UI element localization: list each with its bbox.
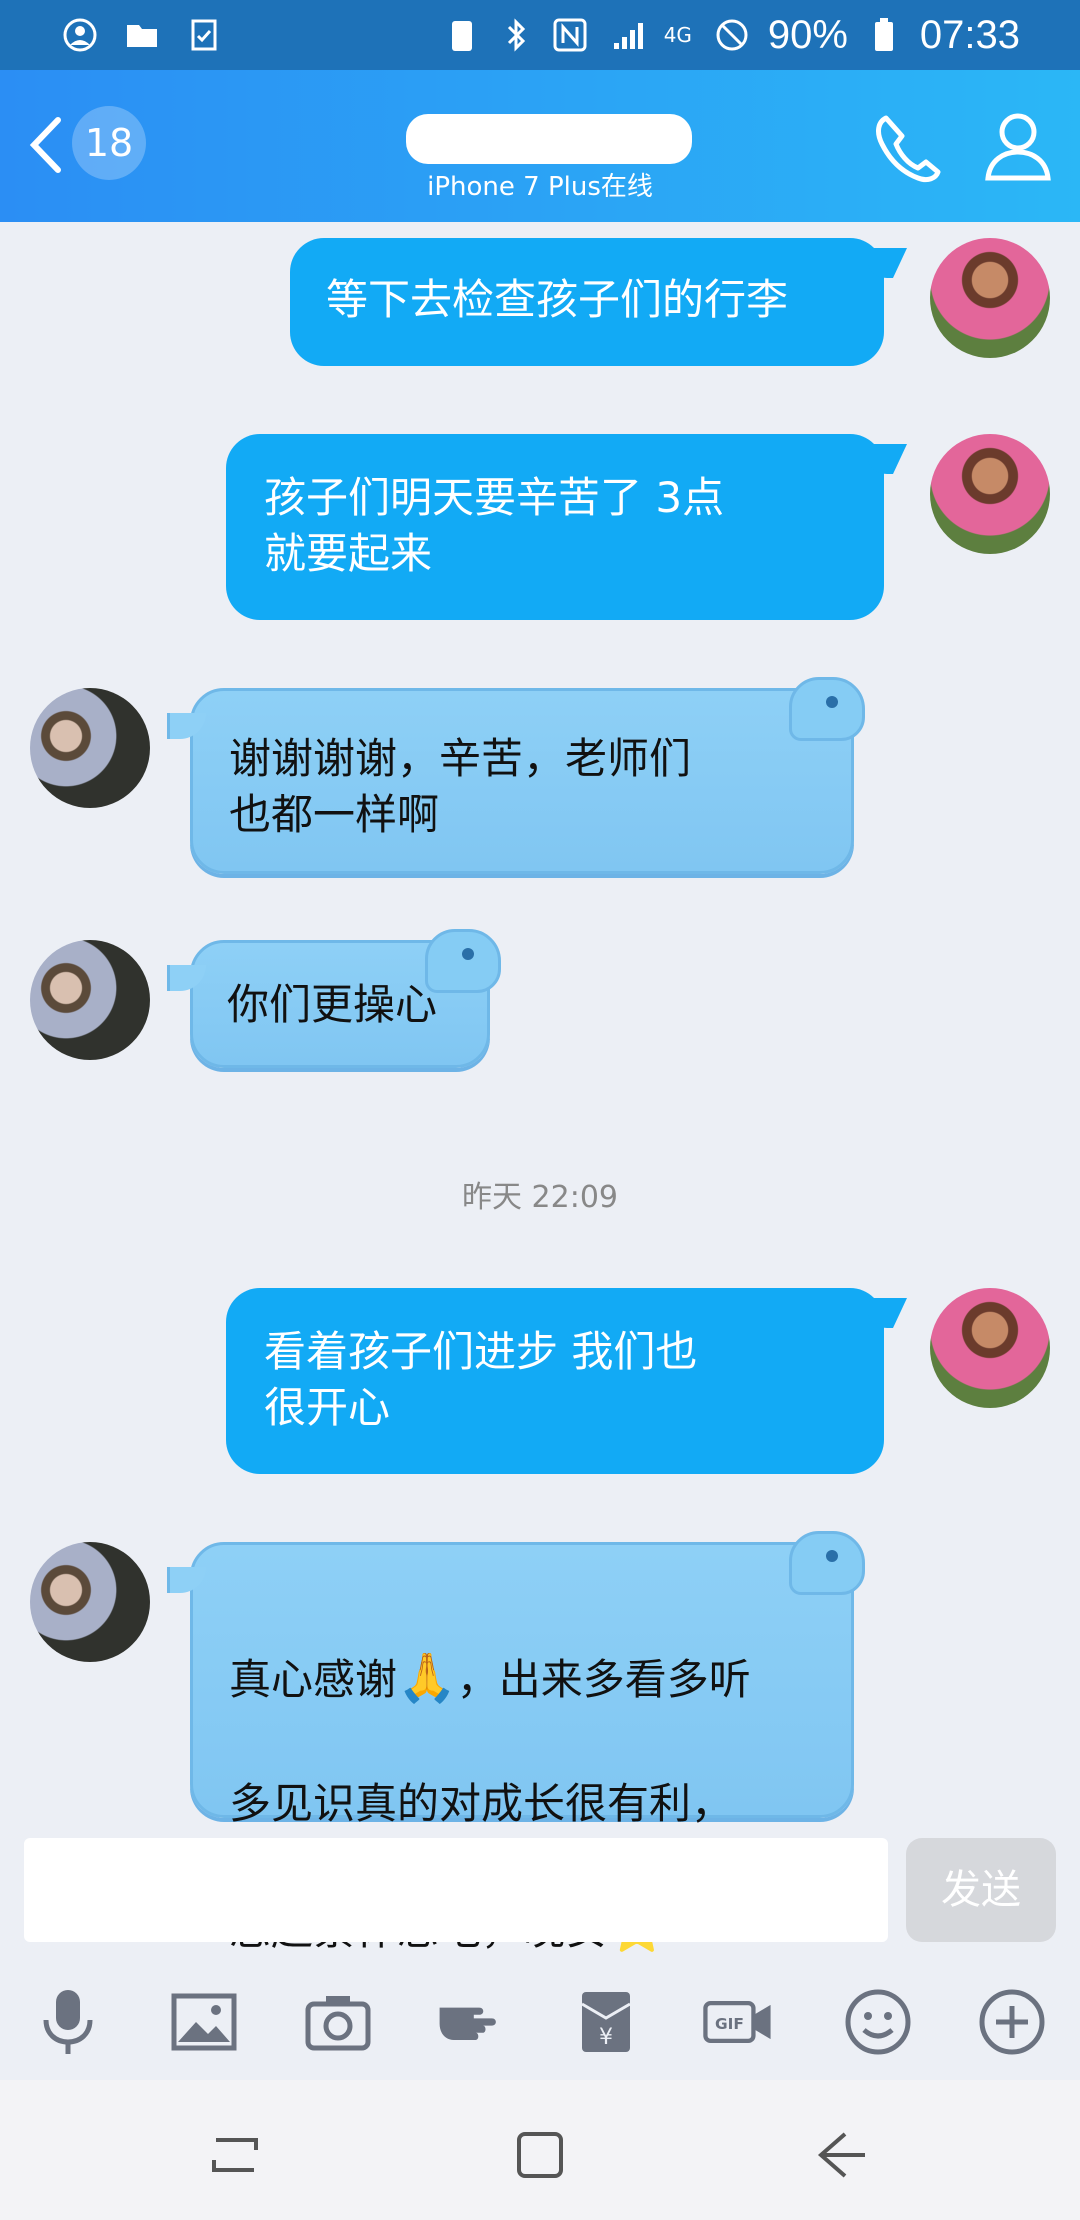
pray-emoji: 🙏: [397, 1650, 457, 1706]
text-segment: ，出来多看多听: [456, 1655, 751, 1704]
contact-avatar[interactable]: [30, 940, 150, 1060]
message-text: 看着孩子们进步 我们也 很开心: [264, 1327, 698, 1432]
message-text: 谢谢谢谢，辛苦，老师们 也都一样啊: [229, 734, 692, 839]
clock: 07:33: [919, 12, 1020, 57]
bubble-ear: [789, 677, 865, 741]
my-avatar[interactable]: [930, 1288, 1050, 1408]
bubble-tail: [167, 713, 206, 739]
battery-saver-icon: [444, 17, 480, 53]
clipboard-icon: [186, 17, 222, 53]
mic-icon[interactable]: [32, 1986, 104, 2058]
message-bubble[interactable]: 真心感谢🙏，出来多看多听 多见识真的对成长很有利， 您赶紧休息吧，晚安⭐: [167, 1531, 865, 1956]
profile-button[interactable]: [978, 106, 1058, 186]
folder-icon: [124, 17, 160, 53]
svg-text:GIF: GIF: [715, 2015, 744, 2033]
home-icon: [517, 2132, 563, 2178]
my-avatar[interactable]: [930, 434, 1050, 554]
person-icon: [985, 113, 1051, 181]
bubble-tail: [167, 1567, 206, 1593]
call-button[interactable]: [868, 108, 948, 188]
do-not-disturb-icon: [714, 17, 750, 53]
send-button[interactable]: 发送: [906, 1838, 1056, 1942]
battery-icon: [866, 17, 902, 53]
arrow-left-icon: [817, 2132, 865, 2178]
recent-apps-icon: [212, 2138, 258, 2172]
message-text: 孩子们明天要辛苦了 3点 就要起来: [264, 473, 725, 578]
svg-text:¥: ¥: [599, 2025, 613, 2050]
my-avatar[interactable]: [930, 238, 1050, 358]
message-input[interactable]: [24, 1838, 888, 1942]
phone-icon: [876, 115, 941, 183]
time-divider: 昨天 22:09: [462, 1180, 618, 1215]
message-text: 等下去检查孩子们的行李: [326, 275, 789, 324]
text-segment: 真心感谢: [229, 1655, 398, 1704]
bluetooth-icon: [498, 17, 534, 53]
contact-avatar[interactable]: [30, 688, 150, 808]
red-packet-icon[interactable]: ¥: [570, 1986, 642, 2058]
account-icon: [62, 17, 98, 53]
plus-icon[interactable]: [976, 1986, 1048, 2058]
bubble-tail: [167, 965, 206, 991]
text-segment: 多见识真的对成长很有利，: [229, 1779, 734, 1828]
message-bubble[interactable]: 谢谢谢谢，辛苦，老师们 也都一样啊: [167, 677, 865, 874]
home-button[interactable]: [505, 2120, 575, 2190]
emoji-icon[interactable]: [842, 1986, 914, 2058]
network-type: 4G: [663, 23, 692, 47]
nfc-icon: [552, 17, 588, 53]
system-nav-bar: [0, 2080, 1080, 2220]
gif-icon[interactable]: GIF: [702, 1986, 774, 2058]
contact-name-redacted[interactable]: [406, 114, 692, 164]
chat-header: 18 iPhone 7 Plus在线: [0, 70, 1080, 222]
message-text: 你们更操心: [227, 980, 438, 1029]
battery-percent: 90%: [767, 12, 848, 57]
poke-icon[interactable]: [436, 1986, 508, 2058]
camera-icon[interactable]: [302, 1986, 374, 2058]
image-icon[interactable]: [168, 1986, 240, 2058]
back-nav-button[interactable]: [805, 2120, 875, 2190]
message-bubble[interactable]: 等下去检查孩子们的行李: [290, 238, 884, 366]
message-bubble[interactable]: 孩子们明天要辛苦了 3点 就要起来: [226, 434, 884, 620]
chat-toolbar: ¥ GIF: [0, 1960, 1080, 2080]
recent-apps-button[interactable]: [200, 2120, 270, 2190]
signal-icon: [606, 17, 643, 53]
status-bar: 4G 90% 07:33: [0, 0, 1080, 70]
message-bubble[interactable]: 你们更操心: [167, 929, 501, 1068]
contact-avatar[interactable]: [30, 1542, 150, 1662]
message-bubble[interactable]: 看着孩子们进步 我们也 很开心: [226, 1288, 884, 1474]
